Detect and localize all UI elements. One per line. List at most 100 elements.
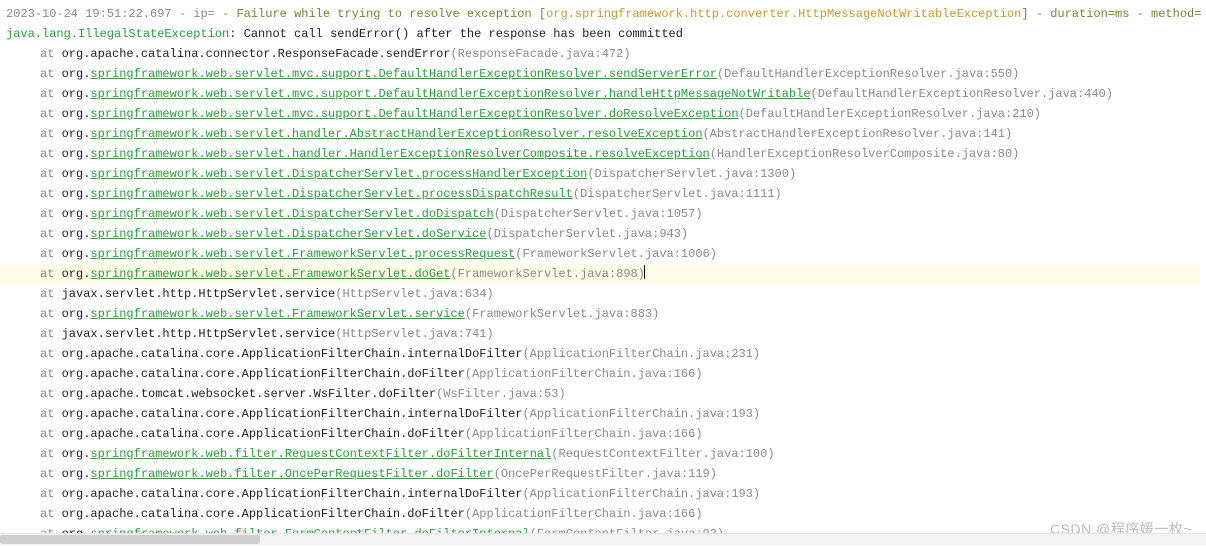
stack-frame: at org.springframework.web.servlet.Dispa… (6, 204, 1200, 224)
stack-frame-location: (DefaultHandlerExceptionResolver.java:44… (811, 87, 1113, 101)
stack-frame-location: (DispatcherServlet.java:943) (487, 227, 689, 241)
stack-frame-link[interactable]: springframework.web.servlet.handler.Hand… (90, 147, 709, 161)
stack-frame: at org.springframework.web.servlet.Frame… (0, 264, 1200, 284)
stack-frame-text: org.apache.catalina.core.ApplicationFilt… (62, 407, 523, 421)
at-label: at (40, 507, 62, 521)
exception-class: java.lang.IllegalStateException (6, 27, 229, 41)
at-label: at (40, 427, 62, 441)
stack-frame: at org.apache.catalina.core.ApplicationF… (6, 404, 1200, 424)
stack-frame-location: (ApplicationFilterChain.java:231) (522, 347, 760, 361)
stack-frame-text: org.apache.catalina.core.ApplicationFilt… (62, 347, 523, 361)
stack-frame: at org.springframework.web.servlet.handl… (6, 124, 1200, 144)
stack-frame-prefix: org. (62, 127, 91, 141)
stack-frame-location: (ResponseFacade.java:472) (450, 47, 630, 61)
stack-frame-location: (ApplicationFilterChain.java:193) (522, 487, 760, 501)
stack-frame-text: javax.servlet.http.HttpServlet.service (62, 327, 336, 341)
at-label: at (40, 347, 62, 361)
stack-frame-location: (RequestContextFilter.java:100) (551, 447, 774, 461)
stack-frame-text: javax.servlet.http.HttpServlet.service (62, 287, 336, 301)
log-output[interactable]: 2023-10-24 19:51:22.697 - ip= - Failure … (0, 0, 1206, 548)
horizontal-scrollbar-thumb[interactable] (0, 535, 260, 544)
stack-frame-link[interactable]: springframework.web.servlet.mvc.support.… (90, 67, 717, 81)
stack-frame: at org.apache.catalina.core.ApplicationF… (6, 364, 1200, 384)
stack-frame: at org.springframework.web.servlet.Dispa… (6, 184, 1200, 204)
stack-frame-location: (ApplicationFilterChain.java:166) (465, 507, 703, 521)
stack-frame: at org.apache.tomcat.websocket.server.Ws… (6, 384, 1200, 404)
stack-frame-link[interactable]: springframework.web.servlet.handler.Abst… (90, 127, 702, 141)
stack-frame-location: (HttpServlet.java:634) (335, 287, 493, 301)
stack-frame-prefix: org. (62, 247, 91, 261)
stack-frame: at org.springframework.web.servlet.Dispa… (6, 224, 1200, 244)
stack-frame-link[interactable]: springframework.web.filter.RequestContex… (90, 447, 551, 461)
stack-frame-location: (DispatcherServlet.java:1057) (494, 207, 703, 221)
stack-frame-text: org.apache.catalina.connector.ResponseFa… (62, 47, 451, 61)
stack-frame: at org.apache.catalina.core.ApplicationF… (6, 424, 1200, 444)
stack-frame-link[interactable]: springframework.web.servlet.DispatcherSe… (90, 227, 486, 241)
stack-frame-location: (ApplicationFilterChain.java:166) (465, 427, 703, 441)
at-label: at (40, 267, 62, 281)
stack-frame-text: org.apache.tomcat.websocket.server.WsFil… (62, 387, 436, 401)
stack-frame-location: (DispatcherServlet.java:1111) (573, 187, 782, 201)
stack-frame: at org.springframework.web.filter.OncePe… (6, 464, 1200, 484)
text-caret (644, 265, 645, 279)
at-label: at (40, 287, 62, 301)
at-label: at (40, 447, 62, 461)
at-label: at (40, 47, 62, 61)
stack-frame-prefix: org. (62, 447, 91, 461)
stack-frame-link[interactable]: springframework.web.servlet.DispatcherSe… (90, 167, 587, 181)
stack-frame-link[interactable]: springframework.web.servlet.DispatcherSe… (90, 187, 572, 201)
at-label: at (40, 307, 62, 321)
stack-frame-text: org.apache.catalina.core.ApplicationFilt… (62, 487, 523, 501)
stack-frame-location: (DispatcherServlet.java:1300) (587, 167, 796, 181)
at-label: at (40, 227, 62, 241)
stack-frame-location: (WsFilter.java:53) (436, 387, 566, 401)
at-label: at (40, 407, 62, 421)
stack-frame-prefix: org. (62, 147, 91, 161)
stack-frame-link[interactable]: springframework.web.servlet.mvc.support.… (90, 107, 738, 121)
stack-frame-location: (DefaultHandlerExceptionResolver.java:55… (717, 67, 1019, 81)
stack-frame-location: (DefaultHandlerExceptionResolver.java:21… (739, 107, 1041, 121)
stack-frame: at javax.servlet.http.HttpServlet.servic… (6, 284, 1200, 304)
stack-frame-prefix: org. (62, 167, 91, 181)
stack-frame: at org.apache.catalina.core.ApplicationF… (6, 344, 1200, 364)
at-label: at (40, 87, 62, 101)
at-label: at (40, 487, 62, 501)
at-label: at (40, 187, 62, 201)
at-label: at (40, 207, 62, 221)
stack-frame-prefix: org. (62, 227, 91, 241)
header-exception-bracket: org.springframework.http.converter.HttpM… (546, 7, 1021, 21)
stack-frame-location: (ApplicationFilterChain.java:166) (465, 367, 703, 381)
exception-line: java.lang.IllegalStateException: Cannot … (6, 24, 1200, 44)
stack-frame: at org.springframework.web.servlet.Dispa… (6, 164, 1200, 184)
stack-frame-link[interactable]: springframework.web.servlet.FrameworkSer… (90, 307, 464, 321)
at-label: at (40, 387, 62, 401)
stack-frame-location: (FrameworkServlet.java:1006) (515, 247, 717, 261)
stack-frame-text: org.apache.catalina.core.ApplicationFilt… (62, 507, 465, 521)
stack-frame-location: (HttpServlet.java:741) (335, 327, 493, 341)
horizontal-scrollbar[interactable] (0, 533, 1206, 545)
stack-frames: at org.apache.catalina.connector.Respons… (6, 44, 1200, 544)
at-label: at (40, 67, 62, 81)
stack-frame-location: (HandlerExceptionResolverComposite.java:… (710, 147, 1020, 161)
at-label: at (40, 327, 62, 341)
stack-frame-location: (AbstractHandlerExceptionResolver.java:1… (703, 127, 1013, 141)
stack-frame-link[interactable]: springframework.web.servlet.FrameworkSer… (90, 267, 450, 281)
stack-frame: at org.springframework.web.servlet.mvc.s… (6, 64, 1200, 84)
at-label: at (40, 467, 62, 481)
stack-frame: at org.springframework.web.servlet.mvc.s… (6, 104, 1200, 124)
stack-frame-location: (FrameworkServlet.java:898) (450, 267, 644, 281)
stack-frame-link[interactable]: springframework.web.servlet.DispatcherSe… (90, 207, 493, 221)
stack-frame-text: org.apache.catalina.core.ApplicationFilt… (62, 367, 465, 381)
stack-frame-link[interactable]: springframework.web.servlet.mvc.support.… (90, 87, 810, 101)
stack-frame: at org.springframework.web.servlet.mvc.s… (6, 84, 1200, 104)
stack-frame-prefix: org. (62, 207, 91, 221)
stack-frame-prefix: org. (62, 467, 91, 481)
stack-frame-prefix: org. (62, 267, 91, 281)
header-sep: - ip= - (172, 7, 237, 21)
exception-message: : Cannot call sendError() after the resp… (229, 27, 683, 41)
stack-frame-link[interactable]: springframework.web.filter.OncePerReques… (90, 467, 493, 481)
stack-frame-location: (ApplicationFilterChain.java:193) (522, 407, 760, 421)
stack-frame-text: org.apache.catalina.core.ApplicationFilt… (62, 427, 465, 441)
stack-frame-link[interactable]: springframework.web.servlet.FrameworkSer… (90, 247, 515, 261)
stack-frame-prefix: org. (62, 87, 91, 101)
